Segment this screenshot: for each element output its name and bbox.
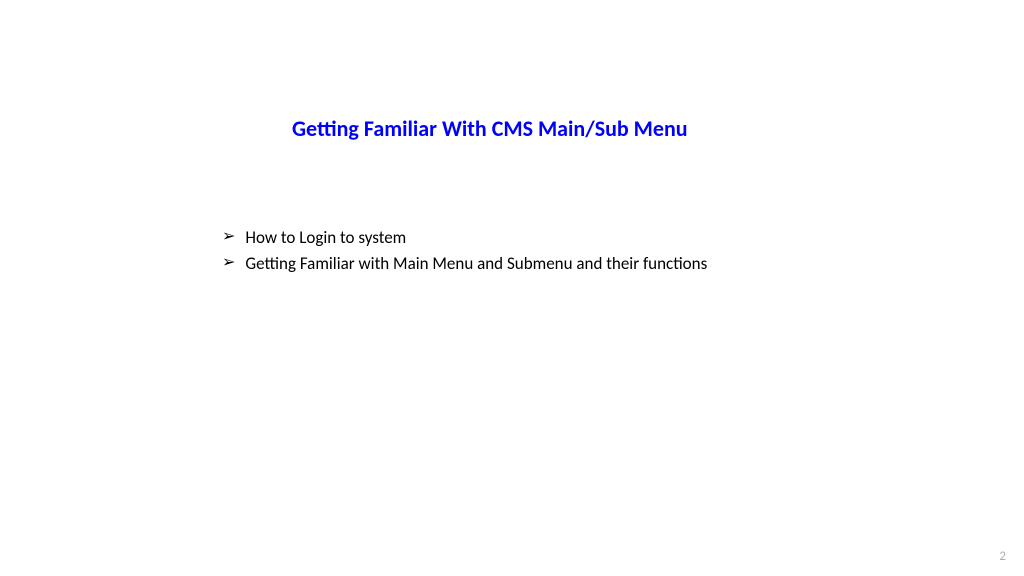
list-item-text: How to Login to system	[245, 226, 406, 250]
list-item-text: Getting Familiar with Main Menu and Subm…	[245, 252, 707, 276]
list-item: ➢ How to Login to system	[222, 226, 707, 250]
bullet-list: ➢ How to Login to system ➢ Getting Famil…	[222, 226, 707, 278]
page-number: 2	[999, 549, 1006, 564]
list-item: ➢ Getting Familiar with Main Menu and Su…	[222, 252, 707, 276]
chevron-right-icon: ➢	[222, 226, 235, 248]
slide-title: Getting Familiar With CMS Main/Sub Menu	[292, 115, 688, 142]
chevron-right-icon: ➢	[222, 252, 235, 274]
